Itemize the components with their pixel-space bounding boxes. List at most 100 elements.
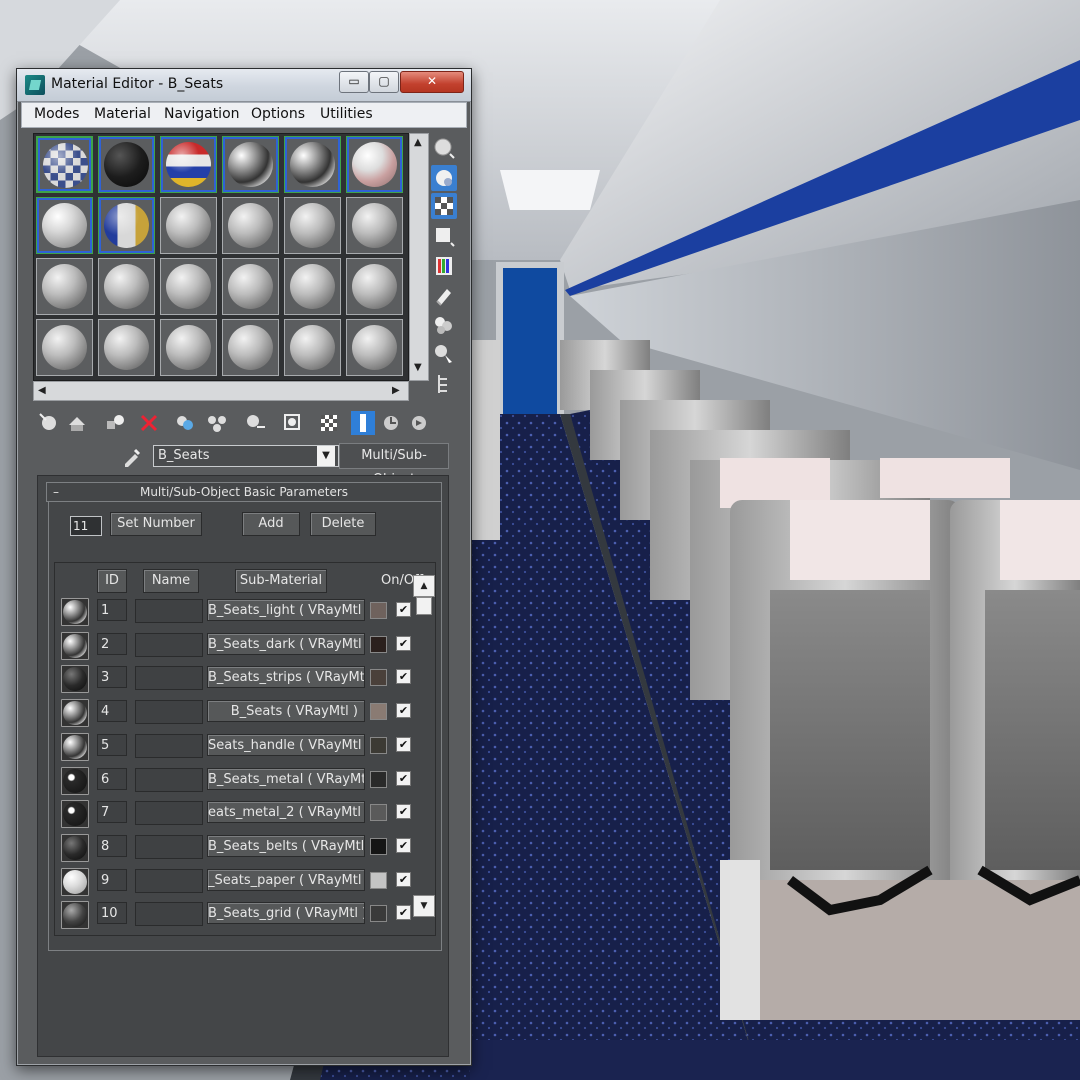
sub-material-id-field[interactable]: 7 [97,801,127,824]
assign-to-selection-icon[interactable] [103,411,127,435]
sub-material-thumbnail[interactable] [61,699,89,728]
sub-material-name-field[interactable] [135,700,203,725]
sub-material-enabled-checkbox[interactable]: ✔ [396,905,411,921]
sub-material-thumbnail[interactable] [61,766,89,795]
scroll-up-icon[interactable]: ▲ [414,137,422,148]
sub-material-button[interactable]: B_Seats_dark ( VRayMtl ) [207,632,365,655]
rollout-header[interactable]: – Multi/Sub-Object Basic Parameters [46,482,442,502]
sub-material-color-swatch[interactable] [370,770,387,788]
sub-material-name-field[interactable] [135,801,203,826]
sub-material-id-field[interactable]: 4 [97,700,127,723]
sub-material-color-swatch[interactable] [370,905,387,923]
maximize-button[interactable]: ▢ [369,71,399,93]
sub-material-button[interactable]: B_Seats_strips ( VRayMtl ) [207,666,365,689]
sub-material-enabled-checkbox[interactable]: ✔ [396,871,411,887]
sub-material-color-swatch[interactable] [370,804,387,822]
menu-utilities[interactable]: Utilities [320,106,373,122]
sample-type-icon[interactable] [431,135,457,161]
sub-material-name-field[interactable] [135,632,203,657]
sub-material-enabled-checkbox[interactable]: ✔ [396,837,411,853]
material-slot[interactable] [36,319,93,376]
sub-material-color-swatch[interactable] [370,669,387,687]
sub-material-name-field[interactable] [135,902,203,927]
sub-material-enabled-checkbox[interactable]: ✔ [396,602,411,617]
backlight-icon[interactable] [431,165,457,191]
material-slot[interactable] [346,258,403,315]
material-slot[interactable] [36,197,93,254]
material-map-navigator-icon[interactable] [431,371,457,397]
sub-material-name-field[interactable] [135,767,203,792]
material-slot[interactable] [98,136,155,193]
material-slot[interactable] [346,136,403,193]
slots-horizontal-scrollbar[interactable]: ◀ ▶ [33,381,409,401]
material-slot[interactable] [284,136,341,193]
sub-material-button[interactable]: Seats_handle ( VRayMtl ) [207,733,365,756]
put-to-library-icon[interactable] [243,411,267,435]
material-slot[interactable] [98,258,155,315]
column-header-name[interactable]: Name [143,569,199,593]
delete-button[interactable]: Delete [310,512,376,536]
sub-material-id-field[interactable]: 5 [97,733,127,756]
make-preview-icon[interactable] [431,283,457,309]
material-slot[interactable] [36,136,93,193]
table-row[interactable]: 7 eats_metal_2 ( VRayMtl ) ✔ [55,797,415,829]
material-slot[interactable] [36,258,93,315]
sub-material-thumbnail[interactable] [61,867,89,896]
scroll-thumb[interactable] [416,597,432,615]
sub-material-id-field[interactable]: 10 [97,902,127,925]
reset-icon[interactable] [137,411,161,435]
put-to-scene-icon[interactable] [65,411,89,435]
sample-options-icon[interactable] [431,313,457,339]
chevron-down-icon[interactable]: ▼ [317,446,335,466]
sub-material-enabled-checkbox[interactable]: ✔ [396,770,411,786]
collapse-icon[interactable]: – [53,483,59,501]
material-slot[interactable] [222,197,279,254]
sub-material-name-field[interactable] [135,733,203,758]
sub-material-enabled-checkbox[interactable]: ✔ [396,736,411,752]
sub-material-button[interactable]: B_Seats_belts ( VRayMtl ) [207,834,365,857]
go-forward-icon[interactable] [407,411,431,435]
column-header-id[interactable]: ID [97,569,127,593]
material-slot[interactable] [222,258,279,315]
add-button[interactable]: Add [242,512,300,536]
material-slot[interactable] [160,136,217,193]
sub-material-enabled-checkbox[interactable]: ✔ [396,635,411,651]
table-row[interactable]: 6 B_Seats_metal ( VRayMtl ) ✔ [55,764,415,796]
sub-material-button[interactable]: eats_metal_2 ( VRayMtl ) [207,801,365,824]
table-row[interactable]: 3 B_Seats_strips ( VRayMtl ) ✔ [55,662,415,694]
table-row[interactable]: 9 _Seats_paper ( VRayMtl ) ✔ [55,865,415,897]
sub-material-color-swatch[interactable] [370,635,387,653]
set-number-button[interactable]: Set Number [110,512,202,536]
column-header-sub-material[interactable]: Sub-Material [235,569,327,593]
table-row[interactable]: 4 B_Seats ( VRayMtl ) ✔ [55,696,415,728]
sub-material-enabled-checkbox[interactable]: ✔ [396,804,411,820]
material-slot[interactable] [160,258,217,315]
sub-material-id-field[interactable]: 9 [97,868,127,891]
video-color-check-icon[interactable] [431,253,457,279]
material-id-channel-icon[interactable] [281,411,305,435]
sub-material-button[interactable]: B_Seats ( VRayMtl ) [207,700,365,723]
show-map-icon[interactable] [317,411,341,435]
sub-material-thumbnail[interactable] [61,833,89,862]
sub-material-color-swatch[interactable] [370,736,387,754]
sub-material-color-swatch[interactable] [370,602,387,619]
make-unique-icon[interactable] [205,411,229,435]
sub-material-id-field[interactable]: 6 [97,767,127,790]
menu-material[interactable]: Material [94,106,151,122]
sub-material-name-field[interactable] [135,834,203,859]
close-button[interactable]: ✕ [400,71,464,93]
list-scrollbar[interactable]: ▲ ▼ [413,575,435,917]
scroll-up-icon[interactable]: ▲ [413,575,435,597]
material-slot[interactable] [284,197,341,254]
sub-material-thumbnail[interactable] [61,598,89,626]
sub-material-id-field[interactable]: 1 [97,599,127,621]
scroll-left-icon[interactable]: ◀ [38,385,46,396]
sub-material-button[interactable]: B_Seats_grid ( VRayMtl ) [207,902,365,925]
uv-tiling-icon[interactable] [431,223,457,249]
material-slot[interactable] [98,197,155,254]
sub-material-id-field[interactable]: 8 [97,834,127,857]
copy-material-icon[interactable] [173,411,197,435]
minimize-button[interactable]: ▭ [339,71,369,93]
sub-material-name-field[interactable] [135,868,203,893]
table-row[interactable]: 5 Seats_handle ( VRayMtl ) ✔ [55,730,415,762]
